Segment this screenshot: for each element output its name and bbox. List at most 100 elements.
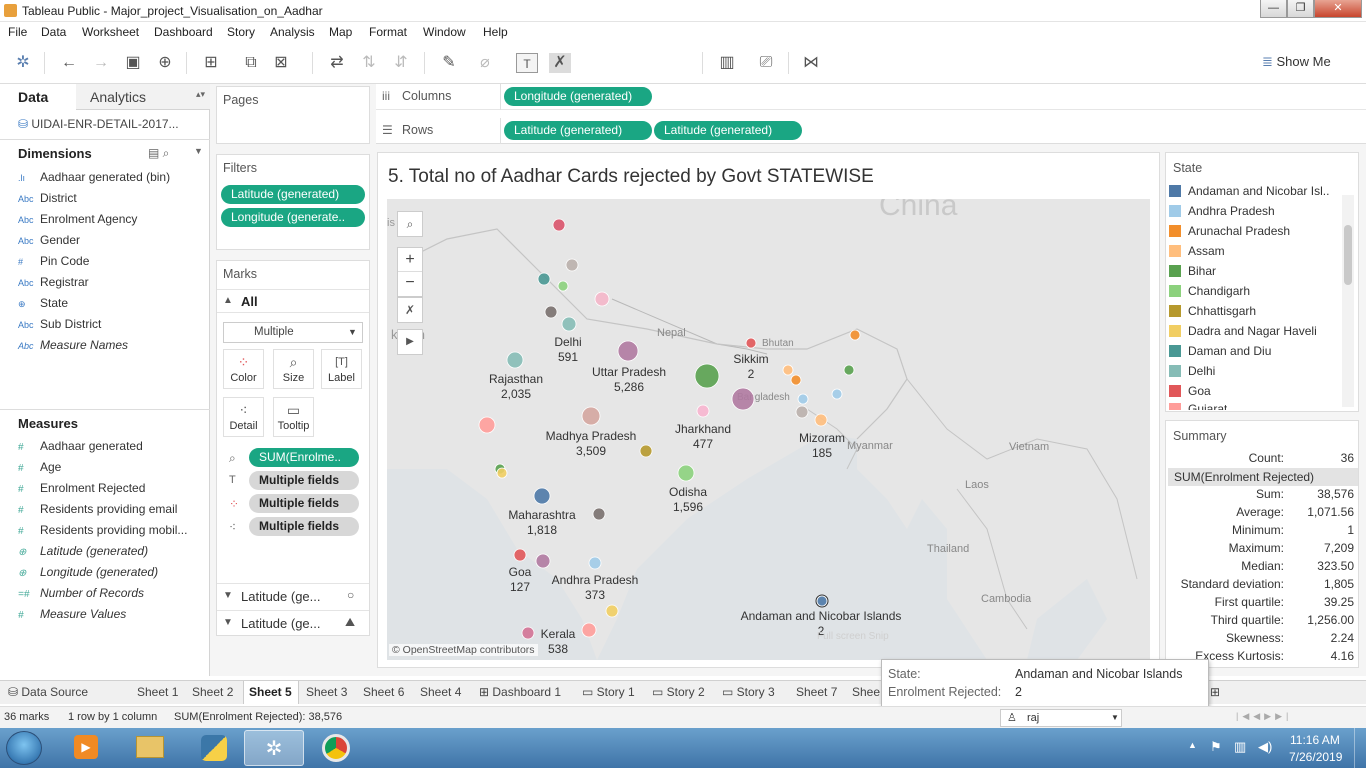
legend-item[interactable]: Andaman and Nicobar Isl.. — [1169, 184, 1329, 198]
map-attribution[interactable]: © OpenStreetMap contributors — [389, 644, 538, 656]
menu-window[interactable]: Window — [423, 25, 466, 39]
redo-icon[interactable]: → — [90, 53, 112, 73]
marks-layer-1[interactable]: ▼ Latitude (ge... ○ — [217, 583, 369, 609]
tab-sheet-3[interactable]: Sheet 3 — [306, 685, 347, 699]
tray-action-center-icon[interactable]: ⚑ — [1210, 739, 1222, 755]
mark-pill-detail-fields[interactable]: Multiple fields — [249, 517, 359, 536]
tray-expand-icon[interactable]: ▲ — [1188, 740, 1197, 750]
state-mark[interactable] — [797, 393, 809, 405]
state-mark[interactable] — [731, 387, 755, 411]
tab-sheet-overflow[interactable]: Shee — [852, 685, 880, 699]
clock-date[interactable]: 7/26/2019 — [1289, 750, 1342, 764]
field-number-of-records[interactable]: =# Number of Records — [18, 586, 144, 600]
columns-pill-longitude[interactable]: Longitude (generated) — [504, 87, 652, 106]
tab-story-2[interactable]: ▭ Story 2 — [652, 685, 705, 699]
field-measure-names[interactable]: Abc Measure Names — [18, 338, 128, 352]
field-pin-code[interactable]: # Pin Code — [18, 254, 89, 268]
detail-button[interactable]: ⁖ Detail — [223, 397, 264, 437]
state-mark[interactable] — [814, 413, 828, 427]
field-residents-email[interactable]: # Residents providing email — [18, 502, 177, 516]
add-datasource-icon[interactable]: ⊕ — [154, 53, 176, 73]
taskbar-tableau[interactable]: ✲ — [244, 730, 304, 766]
size-button[interactable]: ⌕ Size — [273, 349, 314, 389]
state-mark[interactable] — [537, 272, 551, 286]
field-measure-values[interactable]: # Measure Values — [18, 607, 126, 621]
menu-story[interactable]: Story — [227, 25, 255, 39]
zoom-out-icon[interactable]: − — [398, 272, 422, 296]
pages-shelf[interactable]: Pages — [216, 86, 370, 144]
minimize-button[interactable]: — — [1260, 0, 1287, 18]
taskbar-chrome[interactable] — [306, 730, 366, 766]
legend-item[interactable]: Dadra and Nagar Haveli — [1169, 324, 1317, 338]
sheet-nav-icons[interactable]: |◀◀▶▶| — [1236, 711, 1292, 722]
fix-axes-icon[interactable]: ✗ — [549, 53, 571, 73]
field-district[interactable]: Abc District — [18, 191, 77, 205]
tab-analytics[interactable]: Analytics — [90, 89, 146, 105]
state-mark[interactable] — [782, 364, 794, 376]
state-mark[interactable] — [544, 305, 558, 319]
sort-descending-icon[interactable]: ⇵ — [390, 53, 412, 73]
legend-scroll-thumb[interactable] — [1344, 225, 1352, 285]
dimensions-menu-icon[interactable]: ▼ — [194, 146, 203, 156]
new-worksheet-icon[interactable]: ⊞ — [200, 53, 222, 73]
tray-volume-icon[interactable]: ◀) — [1258, 739, 1272, 755]
show-mark-labels-icon[interactable]: T — [516, 53, 538, 73]
rows-pill-latitude-1[interactable]: Latitude (generated) — [504, 121, 652, 140]
mark-pill-sum-enrolment[interactable]: SUM(Enrolme.. — [249, 448, 359, 467]
swap-rows-columns-icon[interactable]: ⇄ — [326, 53, 348, 73]
state-mark[interactable] — [581, 622, 597, 638]
tab-sheet-4[interactable]: Sheet 4 — [420, 685, 461, 699]
share-icon[interactable]: ⋈ — [800, 53, 822, 73]
state-mark[interactable] — [677, 464, 695, 482]
legend-item[interactable]: Delhi — [1169, 364, 1215, 378]
group-members-icon[interactable]: ⌀ — [474, 53, 496, 73]
start-button[interactable] — [6, 731, 42, 765]
mark-pill-label-fields[interactable]: Multiple fields — [249, 471, 359, 490]
menu-map[interactable]: Map — [329, 25, 352, 39]
state-mark[interactable] — [694, 363, 720, 389]
menu-worksheet[interactable]: Worksheet — [82, 25, 139, 39]
color-button[interactable]: ⁘ Color — [223, 349, 264, 389]
columns-shelf[interactable]: iii Columns Longitude (generated) — [376, 84, 1366, 110]
taskbar-explorer[interactable] — [120, 730, 180, 766]
menu-dashboard[interactable]: Dashboard — [154, 25, 213, 39]
filter-pill-longitude[interactable]: Longitude (generate.. — [221, 208, 365, 227]
zoom-in-icon[interactable]: + — [398, 248, 422, 272]
legend-item[interactable]: Chandigarh — [1169, 284, 1250, 298]
state-mark[interactable] — [588, 556, 602, 570]
tray-network-icon[interactable]: ▥ — [1234, 739, 1246, 755]
menu-format[interactable]: Format — [369, 25, 407, 39]
tab-story-1[interactable]: ▭ Story 1 — [582, 685, 635, 699]
label-button[interactable]: [T] Label — [321, 349, 362, 389]
menu-data[interactable]: Data — [41, 25, 66, 39]
legend-item[interactable]: Assam — [1169, 244, 1225, 258]
field-enrolment-rejected[interactable]: # Enrolment Rejected — [18, 481, 145, 495]
legend-item[interactable]: Chhattisgarh — [1169, 304, 1256, 318]
state-mark[interactable] — [696, 404, 710, 418]
datasource-item[interactable]: ⛁ UIDAI-ENR-DETAIL-2017... — [18, 117, 179, 131]
state-mark[interactable] — [557, 280, 569, 292]
menu-file[interactable]: File — [8, 25, 27, 39]
field-aadhaar-generated[interactable]: # Aadhaar generated — [18, 439, 143, 453]
state-mark[interactable] — [745, 337, 757, 349]
field-sub-district[interactable]: Abc Sub District — [18, 317, 101, 331]
tab-data[interactable]: Data — [18, 89, 49, 105]
sort-ascending-icon[interactable]: ⇅ — [358, 53, 380, 73]
highlight-icon[interactable]: ✎ — [438, 53, 460, 73]
legend-item[interactable]: Gujarat — [1169, 402, 1227, 410]
legend-item[interactable]: Daman and Diu — [1169, 344, 1271, 358]
field-aadhaar-bin[interactable]: .lı Aadhaar generated (bin) — [18, 170, 170, 184]
tab-sheet-5[interactable]: Sheet 5 — [249, 685, 292, 699]
tab-data-source[interactable]: ⛁ Data Source — [8, 685, 88, 699]
show-desktop-button[interactable] — [1354, 728, 1366, 768]
tab-story-3[interactable]: ▭ Story 3 — [722, 685, 775, 699]
duplicate-sheet-icon[interactable]: ⧉ — [240, 53, 262, 73]
map-canvas[interactable]: China Nepal Bhutan Bangladesh Myanmar Vi… — [387, 199, 1150, 660]
field-age[interactable]: # Age — [18, 460, 61, 474]
mark-pill-color-fields[interactable]: Multiple fields — [249, 494, 359, 513]
state-mark[interactable] — [594, 291, 610, 307]
presentation-mode-icon[interactable]: ⎚ — [755, 53, 777, 73]
tab-sheet-2[interactable]: Sheet 2 — [192, 685, 233, 699]
tab-sheet-6[interactable]: Sheet 6 — [363, 685, 404, 699]
state-mark[interactable] — [831, 388, 843, 400]
